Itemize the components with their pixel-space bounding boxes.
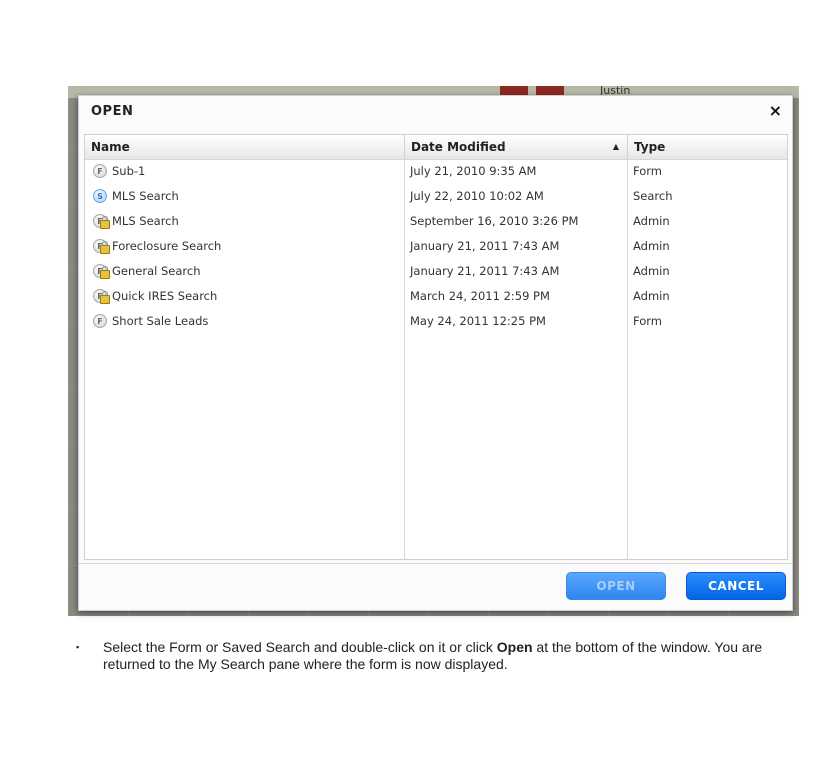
admin-form-locked-icon: F	[93, 263, 110, 279]
column-header-date-modified[interactable]: Date Modified ▲	[404, 135, 627, 159]
item-name-cell: F Short Sale Leads	[93, 309, 208, 334]
lock-icon	[100, 215, 110, 229]
list-item[interactable]: FMLS Search September 16, 2010 3:26 PM Adm…	[85, 209, 787, 234]
file-list: Name Date Modified ▲ Type F Sub-1 July 21,…	[84, 134, 788, 560]
item-type: Admin	[633, 239, 670, 253]
item-type: Search	[633, 189, 673, 203]
item-name: Quick IRES Search	[112, 289, 218, 303]
list-item[interactable]: FGeneral Search January 21, 2011 7:43 AM A…	[85, 259, 787, 284]
item-date-modified: July 22, 2010 10:02 AM	[410, 189, 544, 203]
lock-icon	[100, 265, 110, 279]
list-item[interactable]: F Short Sale Leads May 24, 2011 12:25 PM Fo…	[85, 309, 787, 334]
item-name: Foreclosure Search	[112, 239, 222, 253]
item-name: Sub-1	[112, 164, 146, 178]
column-header-type[interactable]: Type	[627, 135, 787, 159]
open-dialog: OPEN × Name Date Modified ▲ Type F Sub-1 J…	[78, 95, 793, 611]
item-date-modified: May 24, 2011 12:25 PM	[410, 314, 546, 328]
list-rows: F Sub-1 July 21, 2010 9:35 AM Form S MLS Sear…	[85, 159, 787, 334]
instruction-bold: Open	[496, 639, 533, 655]
icon-letter: S	[97, 191, 103, 201]
item-type: Admin	[633, 214, 670, 228]
lock-icon	[100, 240, 110, 254]
item-name: MLS Search	[112, 189, 179, 203]
form-icon: F	[93, 163, 107, 178]
list-item[interactable]: S MLS Search July 22, 2010 10:02 AM Search	[85, 184, 787, 209]
saved-search-icon: S	[93, 188, 107, 203]
list-item[interactable]: F Sub-1 July 21, 2010 9:35 AM Form	[85, 159, 787, 184]
close-icon[interactable]: ×	[769, 101, 782, 120]
list-item[interactable]: FQuick IRES Search March 24, 2011 2:59 PM…	[85, 284, 787, 309]
item-name-cell: FGeneral Search	[93, 259, 201, 284]
item-name-cell: FMLS Search	[93, 209, 179, 234]
item-date-modified: July 21, 2010 9:35 AM	[410, 164, 537, 178]
item-type: Admin	[633, 264, 670, 278]
icon-letter: F	[97, 166, 103, 176]
item-name: MLS Search	[112, 214, 179, 228]
item-type: Admin	[633, 289, 670, 303]
item-name-cell: F Sub-1	[93, 159, 145, 184]
instruction-paragraph: Select the Form or Saved Search and doub…	[103, 639, 796, 673]
item-date-modified: January 21, 2011 7:43 AM	[410, 264, 560, 278]
item-name: Short Sale Leads	[112, 314, 209, 328]
item-type: Form	[633, 164, 662, 178]
instruction-part-1: Select the Form or Saved Search and doub…	[103, 639, 497, 655]
list-header: Name Date Modified ▲ Type	[85, 135, 787, 160]
item-date-modified: March 24, 2011 2:59 PM	[410, 289, 550, 303]
lock-icon	[100, 290, 110, 304]
item-date-modified: September 16, 2010 3:26 PM	[410, 214, 579, 228]
column-header-name[interactable]: Name	[85, 135, 404, 159]
open-button[interactable]: OPEN	[566, 572, 666, 600]
footer-divider	[79, 563, 792, 564]
column-header-date-label: Date Modified	[411, 140, 506, 154]
dialog-title: OPEN	[91, 104, 134, 119]
item-name-cell: FForeclosure Search	[93, 234, 221, 259]
form-icon: F	[93, 313, 107, 328]
item-name-cell: FQuick IRES Search	[93, 284, 217, 309]
bullet-icon: ▪	[76, 642, 80, 652]
list-item[interactable]: FForeclosure Search January 21, 2011 7:43…	[85, 234, 787, 259]
sort-ascending-icon: ▲	[612, 142, 619, 151]
item-name: General Search	[112, 264, 201, 278]
admin-form-locked-icon: F	[93, 213, 110, 229]
cancel-button[interactable]: CANCEL	[686, 572, 786, 600]
icon-letter: F	[97, 316, 103, 326]
item-type: Form	[633, 314, 662, 328]
item-date-modified: January 21, 2011 7:43 AM	[410, 239, 560, 253]
item-name-cell: S MLS Search	[93, 184, 179, 209]
admin-form-locked-icon: F	[93, 288, 110, 304]
admin-form-locked-icon: F	[93, 238, 110, 254]
instruction-text: ▪ Select the Form or Saved Search and do…	[76, 639, 796, 673]
